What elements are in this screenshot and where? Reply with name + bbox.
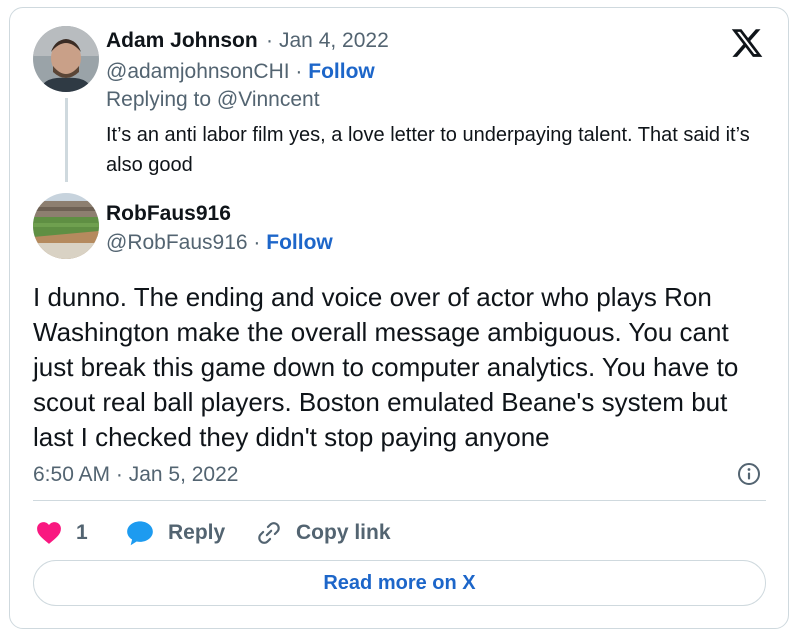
main-follow-link[interactable]: Follow — [266, 231, 333, 254]
replying-to-label[interactable]: Replying to @Vinncent — [106, 88, 320, 112]
main-handle-separator: · — [253, 231, 267, 254]
read-more-label: Read more on X — [323, 571, 476, 594]
reply-handle-row: @adamjohnsonCHI · Follow — [106, 60, 375, 84]
main-handle[interactable]: @RobFaus916 — [106, 231, 248, 254]
like-button[interactable]: 1 — [36, 518, 88, 548]
avatar-adam-johnson[interactable] — [33, 26, 99, 92]
reply-date[interactable]: Jan 4, 2022 — [279, 29, 389, 53]
avatar-photo — [33, 26, 99, 92]
reply-button-label: Reply — [168, 521, 226, 544]
actions-divider — [33, 500, 766, 501]
reply-handle[interactable]: @adamjohnsonCHI — [106, 60, 290, 83]
main-handle-row: @RobFaus916 · Follow — [106, 231, 333, 255]
read-more-button[interactable]: Read more on X — [33, 560, 766, 606]
info-icon[interactable] — [737, 462, 761, 486]
like-count: 1 — [76, 521, 88, 544]
main-tweet-timestamp[interactable]: 6:50 AM · Jan 5, 2022 — [33, 463, 238, 487]
copy-link-button[interactable]: Copy link — [256, 518, 391, 548]
heart-icon — [37, 522, 61, 544]
thread-connector-line — [65, 98, 68, 182]
reply-author-name[interactable]: Adam Johnson — [106, 29, 258, 53]
reply-handle-separator: · — [295, 60, 309, 83]
reply-date-separator: · — [266, 29, 273, 52]
x-logo-icon[interactable] — [730, 26, 764, 60]
avatar-ballpark-photo — [33, 193, 99, 259]
copy-link-label: Copy link — [296, 521, 391, 544]
reply-tweet-text: It’s an anti labor film yes, a love lett… — [106, 124, 750, 176]
reply-button[interactable]: Reply — [126, 518, 225, 548]
link-icon — [258, 522, 280, 544]
main-tweet-text: I dunno. The ending and voice over of ac… — [33, 282, 739, 452]
speech-bubble-icon — [127, 521, 153, 546]
main-author-name[interactable]: RobFaus916 — [106, 202, 231, 226]
avatar-robfaus916[interactable] — [33, 193, 99, 259]
reply-follow-link[interactable]: Follow — [308, 60, 375, 83]
